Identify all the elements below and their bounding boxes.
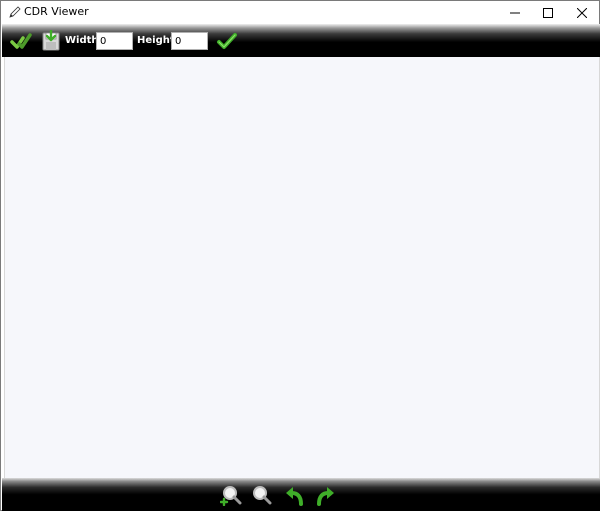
top-toolbar: Width Height bbox=[2, 24, 600, 57]
title-bar: CDR Viewer bbox=[1, 1, 599, 24]
rotate-left-icon[interactable] bbox=[284, 484, 306, 506]
save-disk-icon[interactable] bbox=[40, 29, 62, 52]
maximize-button[interactable] bbox=[530, 1, 566, 24]
minimize-button[interactable] bbox=[497, 1, 533, 24]
drawing-canvas[interactable] bbox=[4, 57, 600, 478]
width-label: Width bbox=[65, 35, 99, 46]
height-label: Height bbox=[137, 35, 175, 46]
minimize-icon bbox=[510, 12, 520, 13]
zoom-out-icon[interactable] bbox=[250, 484, 272, 506]
rotate-right-icon[interactable] bbox=[314, 484, 336, 506]
green-check-icon[interactable] bbox=[216, 30, 238, 52]
checkmark-tool-icon[interactable] bbox=[10, 30, 32, 52]
maximize-icon bbox=[543, 7, 553, 18]
bottom-toolbar bbox=[2, 478, 600, 511]
close-button[interactable] bbox=[564, 1, 600, 24]
zoom-in-icon[interactable] bbox=[219, 484, 242, 507]
close-icon bbox=[577, 7, 587, 18]
height-input[interactable] bbox=[171, 32, 208, 50]
width-input[interactable] bbox=[96, 32, 133, 50]
app-window: CDR Viewer Width 0 Height 0 bbox=[0, 0, 600, 511]
pen-icon bbox=[8, 5, 22, 19]
window-title: CDR Viewer bbox=[24, 5, 89, 18]
